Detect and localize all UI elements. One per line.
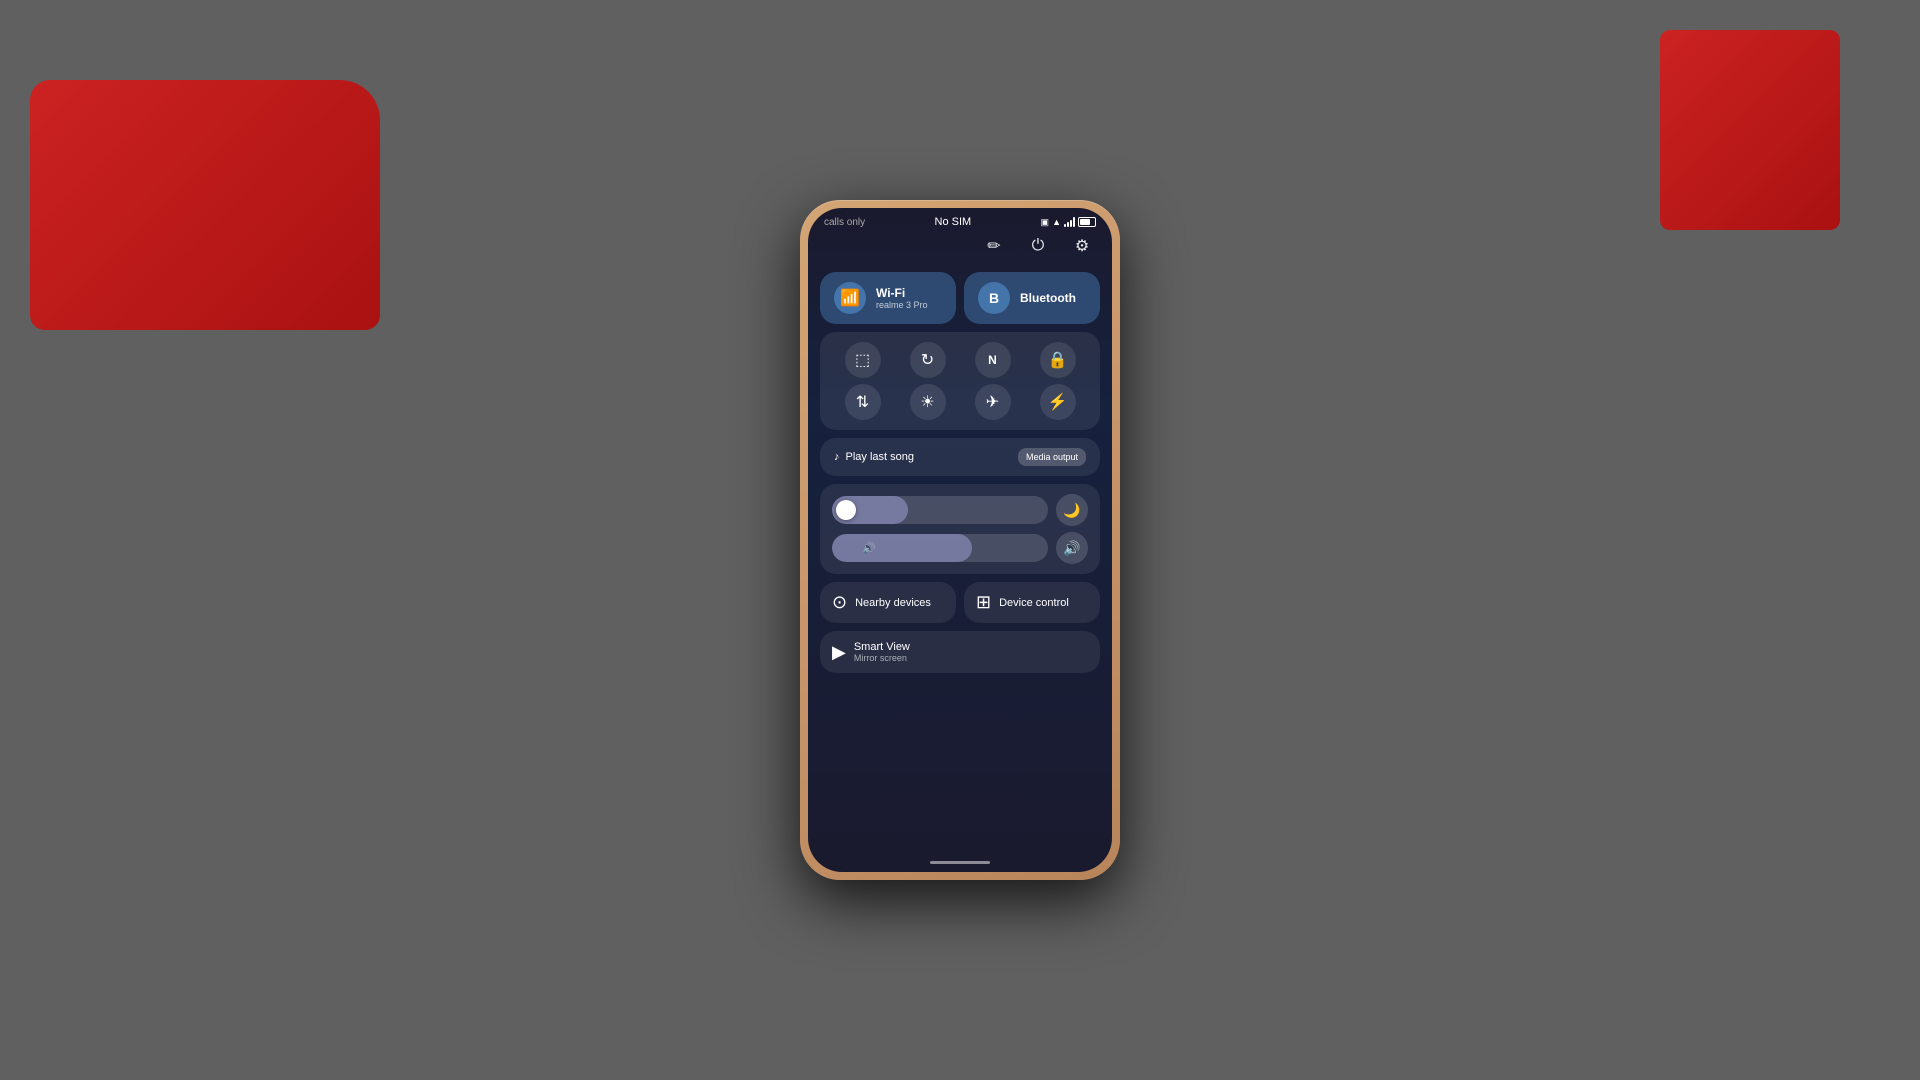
sliders-area: 🌙 🔊 🔊 — [820, 484, 1100, 574]
rotation-icon[interactable]: ↻ — [910, 342, 946, 378]
smart-view-title: Smart View — [854, 641, 910, 653]
sound-toggle-button[interactable]: 🔊 — [1056, 532, 1088, 564]
music-note-icon: ♪ — [834, 451, 840, 463]
toy-scooter-decoration — [1660, 30, 1840, 230]
screenshot-icon[interactable]: ⬚ — [845, 342, 881, 378]
night-mode-icon: 🌙 — [1063, 502, 1080, 519]
play-last-song-label: Play last song — [846, 451, 914, 463]
volume-slider-row: 🔊 🔊 — [832, 532, 1088, 564]
wifi-toggle[interactable]: 📶 Wi-Fi realme 3 Pro — [820, 272, 956, 324]
quick-settings-panel: 📶 Wi-Fi realme 3 Pro B — [808, 268, 1112, 681]
nearby-devices-label: Nearby devices — [855, 597, 931, 609]
wifi-status-icon: ▲ — [1052, 217, 1061, 227]
smart-view-subtitle: Mirror screen — [854, 653, 910, 663]
nearby-devices-tile[interactable]: ⊙ Nearby devices — [820, 582, 956, 623]
status-icons: ▣ ▲ — [1041, 217, 1096, 228]
battery-saver-icon[interactable]: ⚡ — [1040, 384, 1076, 420]
power-icon[interactable]: ⏻ — [1024, 232, 1052, 260]
status-calls-only: calls only — [824, 217, 865, 228]
toy-car-decoration — [30, 80, 380, 330]
media-title: ♪ Play last song — [834, 451, 914, 463]
brightness-slider-track[interactable] — [832, 496, 1048, 524]
night-mode-button[interactable]: 🌙 — [1056, 494, 1088, 526]
sim-icon: ▣ — [1041, 217, 1050, 228]
smart-view-tile[interactable]: ▶ Smart View Mirror screen — [820, 631, 1100, 673]
wifi-title: Wi-Fi — [876, 286, 928, 300]
volume-fill — [832, 534, 972, 562]
media-output-button[interactable]: Media output — [1018, 448, 1086, 466]
wifi-toggle-info: Wi-Fi realme 3 Pro — [876, 286, 928, 310]
status-no-sim: No SIM — [935, 216, 972, 228]
edit-icon[interactable]: ✏ — [980, 232, 1008, 260]
quick-tiles-grid: ⬚ ↻ N 🔒 — [820, 332, 1100, 430]
flashlight-icon[interactable]: ☀ — [910, 384, 946, 420]
wifi-toggle-icon: 📶 — [834, 282, 866, 314]
background-scene: calls only No SIM ▣ ▲ — [0, 0, 1920, 1080]
smart-view-info: Smart View Mirror screen — [854, 641, 910, 663]
icon-row-1: ⬚ ↻ N 🔒 — [830, 342, 1090, 378]
device-control-tile[interactable]: ⊞ Device control — [964, 582, 1100, 623]
device-control-label: Device control — [999, 597, 1069, 609]
settings-icon[interactable]: ⚙ — [1068, 232, 1096, 260]
brightness-thumb[interactable] — [836, 500, 856, 520]
bottom-tiles-row: ⊙ Nearby devices ⊞ Device control — [820, 582, 1100, 623]
top-actions-bar: ✏ ⏻ ⚙ — [808, 232, 1112, 268]
status-bar: calls only No SIM ▣ ▲ — [808, 208, 1112, 232]
volume-slider-track[interactable]: 🔊 — [832, 534, 1048, 562]
nav-pill — [930, 861, 990, 864]
bluetooth-title: Bluetooth — [1020, 291, 1076, 305]
volume-icon-label: 🔊 — [862, 542, 876, 555]
primary-toggles-row: 📶 Wi-Fi realme 3 Pro B — [820, 272, 1100, 324]
signal-icon — [1064, 217, 1075, 227]
brightness-slider-row: 🌙 — [832, 494, 1088, 526]
sound-icon: 🔊 — [1063, 540, 1080, 557]
bluetooth-toggle[interactable]: B Bluetooth — [964, 272, 1100, 324]
battery-fill — [1080, 219, 1090, 225]
wifi-subtitle: realme 3 Pro — [876, 300, 928, 310]
bluetooth-toggle-info: Bluetooth — [1020, 291, 1076, 305]
smart-view-icon: ▶ — [832, 642, 846, 663]
device-control-icon: ⊞ — [976, 592, 991, 613]
phone-body: calls only No SIM ▣ ▲ — [800, 200, 1120, 880]
screen-lock-icon[interactable]: 🔒 — [1040, 342, 1076, 378]
bluetooth-toggle-icon: B — [978, 282, 1010, 314]
nfc-icon[interactable]: N — [975, 342, 1011, 378]
battery-icon — [1078, 217, 1096, 227]
airplane-mode-icon[interactable]: ✈ — [975, 384, 1011, 420]
media-player[interactable]: ♪ Play last song Media output — [820, 438, 1100, 476]
phone-screen: calls only No SIM ▣ ▲ — [808, 208, 1112, 872]
nearby-devices-icon: ⊙ — [832, 592, 847, 613]
icon-row-2: ⇅ ☀ ✈ ⚡ — [830, 384, 1090, 420]
data-saver-icon[interactable]: ⇅ — [845, 384, 881, 420]
